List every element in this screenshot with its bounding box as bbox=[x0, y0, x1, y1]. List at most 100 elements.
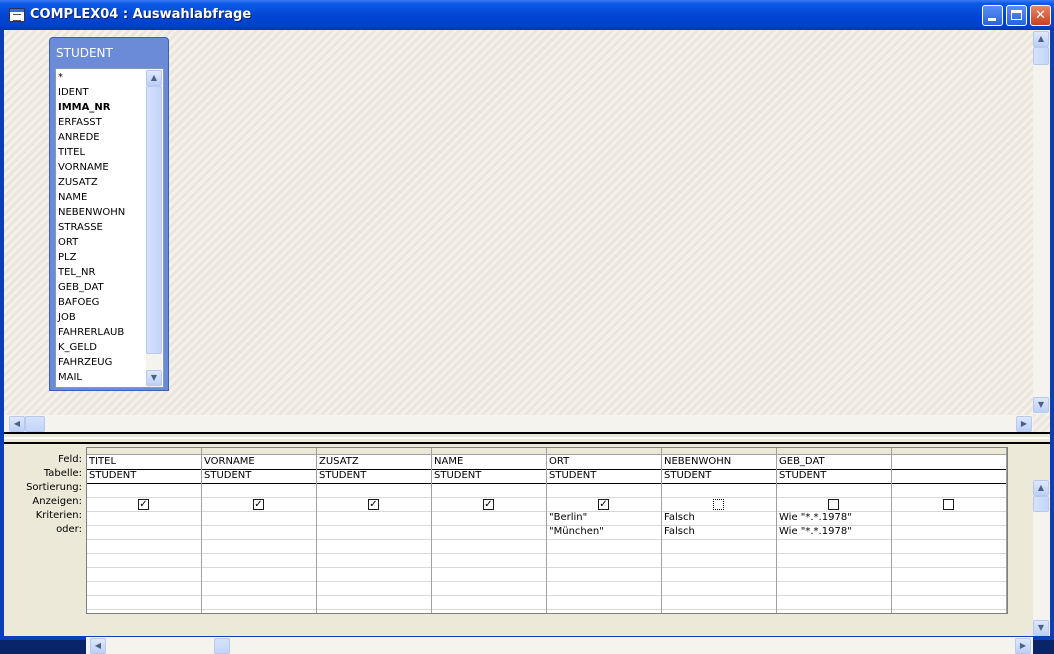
field-list-item[interactable]: TEL_NR bbox=[58, 265, 144, 280]
grid-cell-field[interactable]: NEBENWOHN bbox=[662, 455, 776, 469]
field-list-item[interactable]: NAME bbox=[58, 190, 144, 205]
grid-column[interactable]: TITEL STUDENT ✓ bbox=[87, 448, 202, 613]
field-list-item[interactable]: ZUSATZ bbox=[58, 175, 144, 190]
field-list-item[interactable]: * bbox=[58, 70, 144, 85]
query-icon[interactable] bbox=[9, 8, 25, 22]
field-list-item[interactable]: IMMA_NR bbox=[58, 100, 144, 115]
column-selector[interactable] bbox=[662, 448, 776, 455]
scroll-down-icon[interactable]: ▼ bbox=[1033, 620, 1049, 636]
grid-cell-field[interactable]: NAME bbox=[432, 455, 546, 469]
grid-cell-sort[interactable] bbox=[662, 483, 776, 497]
column-selector[interactable] bbox=[87, 448, 201, 455]
grid-cell-or[interactable] bbox=[87, 525, 201, 539]
grid-vscroll[interactable]: ▲ ▼ bbox=[1033, 480, 1050, 636]
field-list-item[interactable]: BAFOEG bbox=[58, 295, 144, 310]
grid-cell-table[interactable]: STUDENT bbox=[547, 469, 661, 483]
scroll-up-icon[interactable]: ▲ bbox=[1033, 31, 1049, 47]
show-checkbox[interactable]: ✓ bbox=[253, 499, 264, 510]
maximize-button[interactable] bbox=[1006, 5, 1027, 26]
grid-column[interactable]: NAME STUDENT ✓ bbox=[432, 448, 547, 613]
grid-cell-criteria[interactable] bbox=[202, 511, 316, 525]
table-pane-hscroll[interactable]: ◀ ▶ bbox=[4, 415, 1033, 432]
show-checkbox[interactable]: ✓ bbox=[598, 499, 609, 510]
field-list-item[interactable]: TITEL bbox=[58, 145, 144, 160]
grid-cell-table[interactable]: STUDENT bbox=[777, 469, 891, 483]
grid-column[interactable]: VORNAME STUDENT ✓ bbox=[202, 448, 317, 613]
grid-cell-table[interactable] bbox=[892, 469, 1006, 483]
field-list-item[interactable]: STRASSE bbox=[58, 220, 144, 235]
field-list-item[interactable]: NEBENWOHN bbox=[58, 205, 144, 220]
field-list-item[interactable]: PLZ bbox=[58, 250, 144, 265]
scroll-right-icon[interactable]: ▶ bbox=[1016, 416, 1032, 432]
grid-cell-field[interactable]: ZUSATZ bbox=[317, 455, 431, 469]
column-selector[interactable] bbox=[777, 448, 891, 455]
scroll-left-icon[interactable]: ◀ bbox=[90, 638, 106, 654]
grid-cell-table[interactable]: STUDENT bbox=[202, 469, 316, 483]
table-pane[interactable]: STUDENT * IDENT IMMA_NR ERFASST ANREDE TITEL V… bbox=[4, 30, 1050, 432]
field-list-item[interactable]: K_GELD bbox=[58, 340, 144, 355]
scroll-right-icon[interactable]: ▶ bbox=[1015, 638, 1031, 654]
pane-splitter[interactable] bbox=[4, 432, 1050, 444]
grid-cell-or[interactable]: Wie "*.*.1978" bbox=[777, 525, 891, 539]
grid-cell-table[interactable]: STUDENT bbox=[662, 469, 776, 483]
column-selector[interactable] bbox=[892, 448, 1006, 455]
grid-cell-or[interactable]: Falsch bbox=[662, 525, 776, 539]
grid-cell-table[interactable]: STUDENT bbox=[317, 469, 431, 483]
field-list-item[interactable]: MAIL bbox=[58, 370, 144, 385]
column-selector[interactable] bbox=[202, 448, 316, 455]
grid-cell-field[interactable] bbox=[892, 455, 1006, 469]
field-list-item[interactable]: JOB bbox=[58, 310, 144, 325]
field-list-item[interactable]: FAHRERLAUB bbox=[58, 325, 144, 340]
grid-cell-criteria[interactable]: Falsch bbox=[662, 511, 776, 525]
field-list-item[interactable]: ORT bbox=[58, 235, 144, 250]
grid-column[interactable]: GEB_DAT STUDENT Wie "*.*.1978" Wie "*.*.197… bbox=[777, 448, 892, 613]
grid-column[interactable]: ORT STUDENT "Berlin" "München" ✓ bbox=[547, 448, 662, 613]
show-checkbox[interactable] bbox=[713, 499, 724, 510]
show-checkbox[interactable] bbox=[943, 499, 954, 510]
hscroll-thumb[interactable] bbox=[25, 416, 45, 432]
field-list-item[interactable]: ANREDE bbox=[58, 130, 144, 145]
grid-hscroll-thumb[interactable] bbox=[214, 638, 230, 654]
column-selector[interactable] bbox=[432, 448, 546, 455]
grid-cell-table[interactable]: STUDENT bbox=[432, 469, 546, 483]
grid-cell-sort[interactable] bbox=[202, 483, 316, 497]
grid-cell-criteria[interactable] bbox=[892, 511, 1006, 525]
column-selector[interactable] bbox=[317, 448, 431, 455]
grid-cell-sort[interactable] bbox=[777, 483, 891, 497]
column-selector[interactable] bbox=[547, 448, 661, 455]
grid-vscroll-thumb[interactable] bbox=[1033, 496, 1049, 512]
scroll-down-icon[interactable]: ▼ bbox=[1033, 397, 1049, 413]
field-list-scroll-thumb[interactable] bbox=[146, 86, 162, 354]
scroll-up-icon[interactable]: ▲ bbox=[1033, 480, 1049, 496]
grid-cell-field[interactable]: VORNAME bbox=[202, 455, 316, 469]
title-bar[interactable]: COMPLEX04 : Auswahlabfrage ✕ bbox=[0, 0, 1054, 30]
grid-column[interactable]: ZUSATZ STUDENT ✓ bbox=[317, 448, 432, 613]
close-button[interactable]: ✕ bbox=[1030, 5, 1051, 26]
grid-cell-sort[interactable] bbox=[892, 483, 1006, 497]
field-list-box[interactable]: * IDENT IMMA_NR ERFASST ANREDE TITEL VORNAME ZU… bbox=[55, 68, 164, 388]
field-list-student[interactable]: STUDENT * IDENT IMMA_NR ERFASST ANREDE TITEL V… bbox=[49, 37, 169, 391]
grid-cell-sort[interactable] bbox=[87, 483, 201, 497]
grid-column[interactable] bbox=[892, 448, 1007, 613]
table-pane-vscroll[interactable]: ▲ ▼ bbox=[1033, 30, 1050, 414]
grid-column[interactable]: NEBENWOHN STUDENT Falsch Falsch bbox=[662, 448, 777, 613]
grid-cell-field[interactable]: GEB_DAT bbox=[777, 455, 891, 469]
show-checkbox[interactable] bbox=[828, 499, 839, 510]
grid-cell-sort[interactable] bbox=[547, 483, 661, 497]
grid-cell-or[interactable] bbox=[202, 525, 316, 539]
scroll-left-icon[interactable]: ◀ bbox=[9, 416, 25, 432]
grid-cell-criteria[interactable]: "Berlin" bbox=[547, 511, 661, 525]
grid-cell-field[interactable]: TITEL bbox=[87, 455, 201, 469]
grid-cell-table[interactable]: STUDENT bbox=[87, 469, 201, 483]
scroll-up-icon[interactable]: ▲ bbox=[146, 70, 162, 86]
grid-cell-or[interactable] bbox=[892, 525, 1006, 539]
grid-cell-sort[interactable] bbox=[317, 483, 431, 497]
show-checkbox[interactable]: ✓ bbox=[138, 499, 149, 510]
field-list-item[interactable]: FAHRZEUG bbox=[58, 355, 144, 370]
grid-cell-criteria[interactable] bbox=[317, 511, 431, 525]
show-checkbox[interactable]: ✓ bbox=[368, 499, 379, 510]
field-list-item[interactable]: ERFASST bbox=[58, 115, 144, 130]
grid-cell-criteria[interactable] bbox=[87, 511, 201, 525]
field-list-item[interactable]: IDENT bbox=[58, 85, 144, 100]
scroll-down-icon[interactable]: ▼ bbox=[146, 370, 162, 386]
